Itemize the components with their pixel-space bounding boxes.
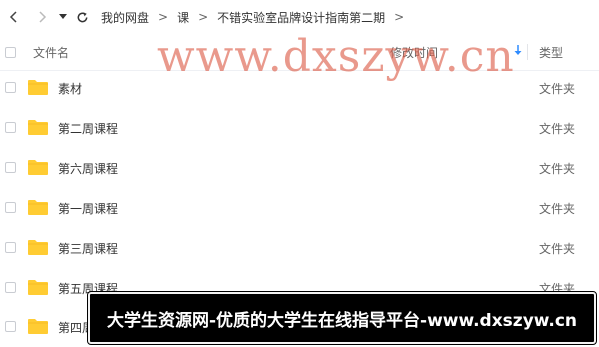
watermark-banner-text: 大学生资源网-优质的大学生在线指导平台-www.dxszyw.cn <box>106 310 578 331</box>
folder-icon <box>28 280 48 295</box>
column-header-type[interactable]: 类型 <box>539 44 563 61</box>
refresh-icon[interactable] <box>71 6 93 28</box>
breadcrumb-separator: > <box>198 10 209 24</box>
watermark-url: www.dxszyw.cn <box>157 31 515 82</box>
file-type: 文件夹 <box>539 242 576 256</box>
row-checkbox[interactable] <box>5 202 16 213</box>
caret-down-icon[interactable] <box>55 6 71 28</box>
folder-icon <box>28 160 48 175</box>
chevron-left-icon[interactable] <box>3 6 25 28</box>
breadcrumb-item-my-drive[interactable]: 我的网盘 <box>101 9 149 26</box>
column-divider[interactable] <box>527 44 528 60</box>
file-row[interactable]: 第一周课程 文件夹 <box>0 188 599 228</box>
row-checkbox[interactable] <box>5 122 16 133</box>
breadcrumb-item-course[interactable]: 课 <box>177 9 189 26</box>
row-checkbox[interactable] <box>5 282 16 293</box>
breadcrumb: 我的网盘 > 课 > 不错实验室品牌设计指南第二期 > <box>101 9 413 26</box>
folder-icon <box>28 319 48 334</box>
column-header-name[interactable]: 文件名 <box>33 44 69 61</box>
file-row[interactable]: 第三周课程 文件夹 <box>0 228 599 268</box>
file-row[interactable]: 第二周课程 文件夹 <box>0 108 599 148</box>
chevron-right-icon[interactable] <box>31 6 53 28</box>
folder-icon <box>28 80 48 95</box>
folder-icon <box>28 120 48 135</box>
file-type: 文件夹 <box>539 202 576 216</box>
file-name[interactable]: 第三周课程 <box>58 240 118 257</box>
watermark-banner: 大学生资源网-优质的大学生在线指导平台-www.dxszyw.cn <box>87 291 597 345</box>
file-name[interactable]: 第六周课程 <box>58 160 118 177</box>
file-name[interactable]: 第一周课程 <box>58 200 118 217</box>
row-checkbox[interactable] <box>5 321 16 332</box>
file-type: 文件夹 <box>539 82 576 96</box>
row-checkbox[interactable] <box>5 82 16 93</box>
arrow-down-icon[interactable] <box>514 45 522 59</box>
file-name[interactable]: 第二周课程 <box>58 120 118 137</box>
file-type: 文件夹 <box>539 162 576 176</box>
breadcrumb-separator: > <box>394 10 405 24</box>
file-name[interactable]: 素材 <box>58 80 82 97</box>
folder-icon <box>28 200 48 215</box>
breadcrumb-separator: > <box>158 10 169 24</box>
row-checkbox[interactable] <box>5 162 16 173</box>
folder-icon <box>28 240 48 255</box>
file-type: 文件夹 <box>539 122 576 136</box>
select-all-checkbox[interactable] <box>5 46 16 58</box>
toolbar: 我的网盘 > 课 > 不错实验室品牌设计指南第二期 > <box>0 0 599 34</box>
row-checkbox[interactable] <box>5 242 16 253</box>
file-row[interactable]: 第六周课程 文件夹 <box>0 148 599 188</box>
breadcrumb-item-current[interactable]: 不错实验室品牌设计指南第二期 <box>217 9 385 26</box>
